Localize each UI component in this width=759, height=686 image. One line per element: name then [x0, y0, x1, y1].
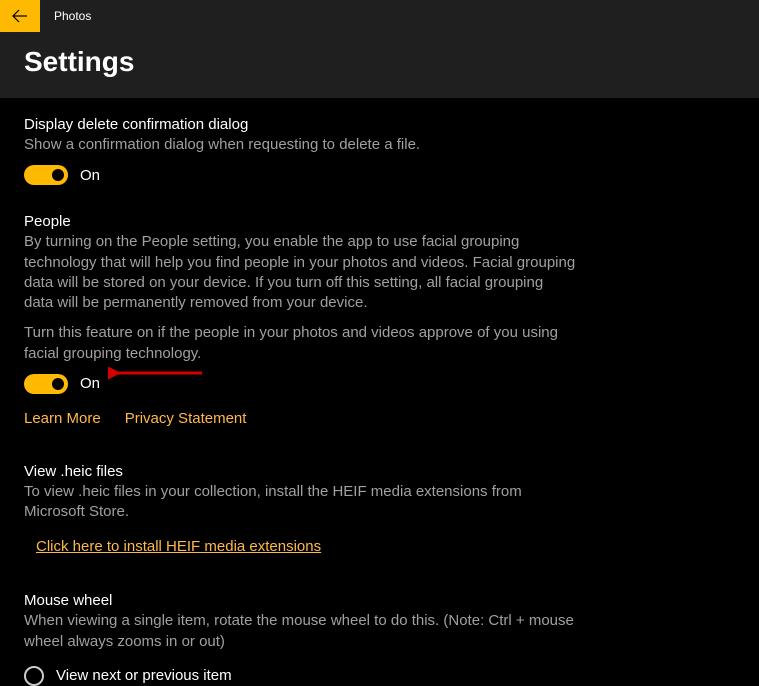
privacy-statement-link[interactable]: Privacy Statement — [125, 410, 247, 427]
link-row: Learn More Privacy Statement — [24, 410, 576, 427]
toggle-row: On — [24, 165, 576, 185]
setting-label: Mouse wheel — [24, 592, 576, 609]
setting-description: When viewing a single item, rotate the m… — [24, 611, 576, 652]
back-button[interactable] — [0, 0, 40, 32]
setting-description: Turn this feature on if the people in yo… — [24, 323, 576, 364]
setting-description: Show a confirmation dialog when requesti… — [24, 135, 576, 155]
toggle-state-label: On — [80, 167, 100, 184]
radio-icon — [24, 666, 44, 686]
people-toggle[interactable] — [24, 374, 68, 394]
setting-label: Display delete confirmation dialog — [24, 116, 576, 133]
page-title: Settings — [24, 46, 735, 78]
toggle-knob-icon — [52, 378, 64, 390]
titlebar: Photos — [0, 0, 759, 32]
toggle-state-label: On — [80, 375, 100, 392]
setting-mouse-wheel: Mouse wheel When viewing a single item, … — [24, 592, 576, 686]
install-heif-link[interactable]: Click here to install HEIF media extensi… — [36, 538, 321, 555]
app-title: Photos — [54, 9, 91, 23]
mouse-wheel-option-next-prev[interactable]: View next or previous item — [24, 666, 576, 686]
setting-description: To view .heic files in your collection, … — [24, 482, 576, 523]
toggle-row: On — [24, 374, 576, 394]
setting-delete-confirmation: Display delete confirmation dialog Show … — [24, 116, 576, 185]
setting-heic: View .heic files To view .heic files in … — [24, 463, 576, 557]
back-arrow-icon — [12, 8, 28, 24]
learn-more-link[interactable]: Learn More — [24, 410, 101, 427]
toggle-knob-icon — [52, 169, 64, 181]
setting-description: By turning on the People setting, you en… — [24, 232, 576, 313]
page-header: Settings — [0, 32, 759, 98]
settings-content: Display delete confirmation dialog Show … — [0, 98, 600, 686]
setting-label: People — [24, 213, 576, 230]
setting-people: People By turning on the People setting,… — [24, 213, 576, 427]
radio-label: View next or previous item — [56, 667, 232, 684]
setting-label: View .heic files — [24, 463, 576, 480]
delete-confirm-toggle[interactable] — [24, 165, 68, 185]
